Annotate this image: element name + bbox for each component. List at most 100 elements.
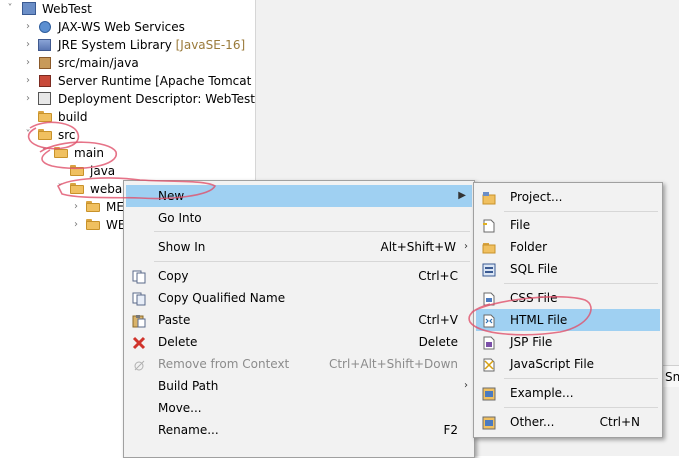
example-icon bbox=[482, 386, 496, 401]
submenu-item-other[interactable]: Other... Ctrl+N bbox=[476, 411, 660, 433]
menu-item-label: Delete bbox=[158, 335, 198, 349]
menu-item-label: Project... bbox=[510, 190, 563, 204]
folder-icon bbox=[54, 146, 68, 160]
menu-item-label: HTML File bbox=[510, 313, 568, 327]
descriptor-icon bbox=[38, 92, 52, 106]
menu-item-shortcut: Alt+Shift+W bbox=[380, 240, 457, 254]
menu-item-go-into[interactable]: Go Into bbox=[126, 207, 472, 229]
javascript-file-icon bbox=[482, 357, 496, 372]
menu-item-build-path[interactable]: Build Path › bbox=[126, 375, 472, 397]
menu-separator bbox=[504, 378, 658, 379]
menu-separator bbox=[504, 283, 658, 284]
menu-item-shortcut: Ctrl+V bbox=[418, 313, 458, 327]
tree-node-label: java bbox=[90, 164, 116, 178]
paste-icon bbox=[132, 313, 146, 328]
menu-item-shortcut: Ctrl+Alt+Shift+Down bbox=[328, 357, 458, 371]
menu-item-label: Show In bbox=[158, 240, 206, 254]
tree-node-label: JAX-WS Web Services bbox=[58, 20, 185, 34]
delete-icon bbox=[132, 335, 146, 350]
tree-node-label: src bbox=[58, 128, 76, 142]
file-icon bbox=[482, 218, 496, 233]
chevron-right-icon[interactable]: › bbox=[22, 18, 34, 36]
folder-icon bbox=[86, 200, 100, 214]
chevron-right-icon[interactable]: › bbox=[70, 216, 82, 234]
source-folder-icon bbox=[38, 56, 52, 70]
menu-separator bbox=[154, 261, 470, 262]
menu-item-label: Rename... bbox=[158, 423, 219, 437]
menu-item-copy[interactable]: Copy Ctrl+C bbox=[126, 265, 472, 287]
menu-item-label: New bbox=[158, 189, 185, 203]
chevron-down-icon[interactable]: ˅ bbox=[38, 144, 50, 162]
menu-item-label: File bbox=[510, 218, 531, 232]
submenu-arrow-icon: › bbox=[464, 380, 468, 391]
sql-file-icon bbox=[482, 262, 496, 277]
menu-item-label: Other... bbox=[510, 415, 555, 429]
menu-item-label: Go Into bbox=[158, 211, 202, 225]
submenu-item-html-file[interactable]: HTML File bbox=[476, 309, 660, 331]
chevron-down-icon[interactable]: ˅ bbox=[22, 126, 34, 144]
new-submenu: Project... File Folder SQL File CSS File… bbox=[473, 182, 663, 438]
menu-item-label: Move... bbox=[158, 401, 202, 415]
menu-item-label: Build Path bbox=[158, 379, 219, 393]
html-file-icon bbox=[482, 313, 496, 328]
menu-item-label: Example... bbox=[510, 386, 574, 400]
tree-node-label: main bbox=[74, 146, 104, 160]
web-services-icon bbox=[38, 20, 52, 34]
chevron-right-icon[interactable]: › bbox=[70, 198, 82, 216]
submenu-item-css-file[interactable]: CSS File bbox=[476, 287, 660, 309]
project-icon bbox=[22, 2, 36, 16]
menu-item-move[interactable]: Move... bbox=[126, 397, 472, 419]
submenu-item-sql-file[interactable]: SQL File bbox=[476, 258, 660, 280]
menu-item-label: Folder bbox=[510, 240, 548, 254]
other-wizard-icon bbox=[482, 415, 496, 430]
submenu-item-file[interactable]: File bbox=[476, 214, 660, 236]
context-menu: New ▶ Go Into Show In Alt+Shift+W › Copy… bbox=[123, 180, 475, 458]
folder-icon bbox=[38, 128, 52, 142]
menu-item-delete[interactable]: Delete Delete bbox=[126, 331, 472, 353]
tree-node-label: Server Runtime [Apache Tomcat v9. bbox=[58, 74, 255, 88]
copy-qualified-name-icon bbox=[132, 291, 146, 306]
menu-item-paste[interactable]: Paste Ctrl+V bbox=[126, 309, 472, 331]
menu-item-label: Paste bbox=[158, 313, 191, 327]
menu-item-new[interactable]: New ▶ bbox=[126, 185, 472, 207]
menu-item-shortcut: Ctrl+N bbox=[599, 415, 640, 429]
submenu-item-project[interactable]: Project... bbox=[476, 186, 660, 208]
chevron-down-icon[interactable]: ˅ bbox=[54, 180, 66, 198]
chevron-right-icon[interactable]: › bbox=[22, 36, 34, 54]
menu-separator bbox=[504, 211, 658, 212]
jre-version-decoration: [JavaSE-16] bbox=[175, 38, 246, 52]
folder-icon bbox=[70, 182, 84, 196]
menu-item-rename[interactable]: Rename... F2 bbox=[126, 419, 472, 441]
folder-icon bbox=[38, 110, 52, 124]
menu-item-label: Remove from Context bbox=[158, 357, 290, 371]
menu-item-label: Copy Qualified Name bbox=[158, 291, 286, 305]
submenu-arrow-icon: ▶ bbox=[458, 190, 466, 201]
menu-separator bbox=[154, 231, 470, 232]
new-project-icon bbox=[482, 190, 496, 205]
submenu-arrow-icon: › bbox=[464, 241, 468, 252]
submenu-item-jsp-file[interactable]: JSP File bbox=[476, 331, 660, 353]
tree-node-label: JRE System Library [JavaSE-16] bbox=[58, 38, 246, 52]
folder-icon bbox=[86, 218, 100, 232]
tree-node-label: src/main/java bbox=[58, 56, 139, 70]
menu-item-label: JSP File bbox=[510, 335, 553, 349]
server-icon bbox=[38, 74, 52, 88]
chevron-right-icon[interactable]: › bbox=[22, 90, 34, 108]
chevron-right-icon[interactable]: › bbox=[22, 72, 34, 90]
tree-node-label: ME bbox=[106, 200, 124, 214]
remove-from-context-icon bbox=[132, 357, 146, 371]
menu-item-label: Copy bbox=[158, 269, 189, 283]
chevron-down-icon[interactable]: ˅ bbox=[4, 0, 16, 18]
menu-item-copy-qualified-name[interactable]: Copy Qualified Name bbox=[126, 287, 472, 309]
submenu-item-example[interactable]: Example... bbox=[476, 382, 660, 404]
submenu-item-javascript-file[interactable]: JavaScript File bbox=[476, 353, 660, 375]
menu-item-remove-from-context[interactable]: Remove from Context Ctrl+Alt+Shift+Down bbox=[126, 353, 472, 375]
menu-item-show-in[interactable]: Show In Alt+Shift+W › bbox=[126, 236, 472, 258]
menu-item-shortcut: F2 bbox=[443, 423, 458, 437]
submenu-item-folder[interactable]: Folder bbox=[476, 236, 660, 258]
tree-node-label: Deployment Descriptor: WebTest bbox=[58, 92, 255, 106]
menu-item-shortcut: Ctrl+C bbox=[418, 269, 458, 283]
menu-item-label: JavaScript File bbox=[510, 357, 595, 371]
library-icon bbox=[38, 38, 52, 52]
chevron-right-icon[interactable]: › bbox=[22, 54, 34, 72]
